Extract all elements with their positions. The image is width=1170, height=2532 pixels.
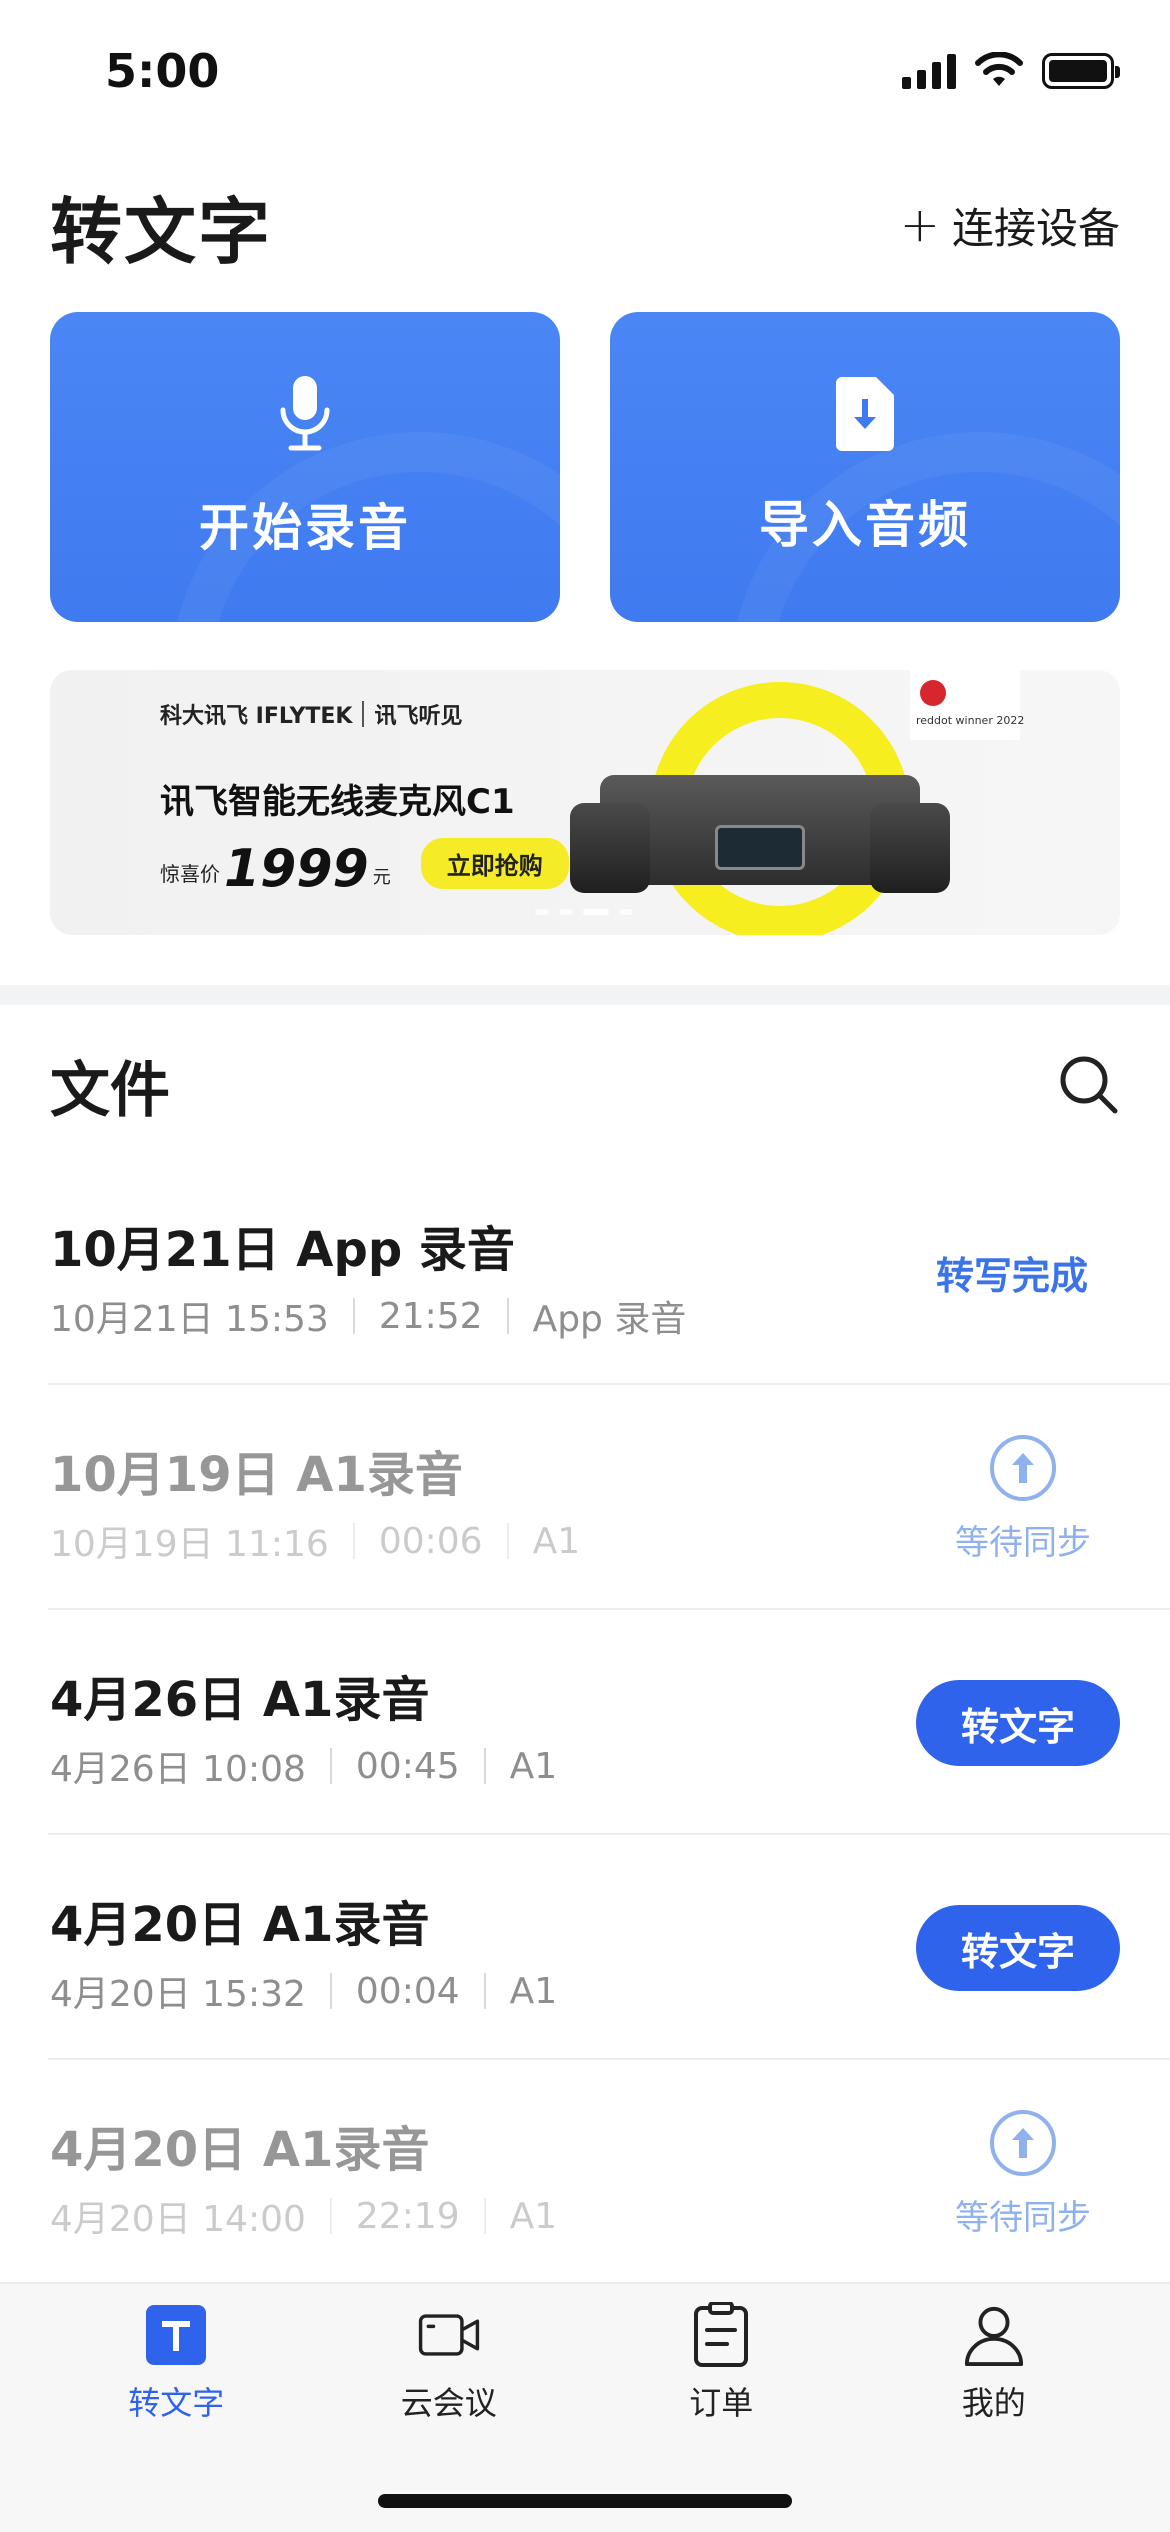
file-row[interactable]: 10月21日 App 录音 10月21日 15:53 21:52 App 录音 … (48, 1160, 1170, 1385)
file-title: 10月19日 A1录音 (50, 1447, 463, 1503)
iflytek-logo: 科大讯飞 IFLYTEK (160, 704, 353, 729)
file-source: A1 (509, 1970, 558, 2012)
search-icon[interactable] (1058, 1054, 1120, 1116)
banner-pagination (535, 909, 633, 915)
page-header: 转文字 + 连接设备 (50, 180, 1120, 274)
tingjian-logo: 讯飞听见 (374, 704, 463, 729)
file-import-icon (836, 377, 894, 451)
start-recording-label: 开始录音 (199, 499, 411, 557)
promo-banner[interactable]: 科大讯飞 IFLYTEK 讯飞听见 讯飞智能无线麦克风C1 惊喜价 1999 元… (50, 670, 1120, 935)
file-row[interactable]: 4月20日 A1录音 4月20日 15:32 00:04 A1 转文字 (48, 1835, 1170, 2060)
user-icon (963, 2304, 1025, 2366)
microphone-product-image (570, 775, 950, 905)
files-header: 文件 (50, 1040, 1120, 1130)
banner-brand-logo: 科大讯飞 IFLYTEK 讯飞听见 (160, 698, 463, 730)
file-meta: 10月21日 15:53 21:52 App 录音 (50, 1290, 686, 1342)
tab-bar: 转文字 云会议 订单 我的 (0, 2282, 1170, 2532)
file-meta: 4月20日 15:32 00:04 A1 (50, 1965, 557, 2017)
file-source: App 录音 (532, 1299, 687, 1340)
wifi-icon (975, 52, 1023, 86)
tab-transcribe[interactable]: 转文字 (76, 2304, 276, 2424)
tab-orders[interactable]: 订单 (621, 2302, 821, 2424)
file-date: 4月20日 15:32 (50, 1974, 306, 2015)
file-row[interactable]: 4月26日 A1录音 4月26日 10:08 00:45 A1 转文字 (48, 1610, 1170, 1835)
start-recording-button[interactable]: 开始录音 (50, 312, 560, 622)
file-title: 4月20日 A1录音 (50, 2122, 430, 2178)
import-audio-button[interactable]: 导入音频 (610, 312, 1120, 622)
reddot-award-badge: reddot winner 2022 (910, 670, 1024, 740)
upload-arrow-icon (990, 2110, 1056, 2176)
file-meta: 4月20日 14:00 22:19 A1 (50, 2190, 557, 2242)
clipboard-icon (690, 2302, 752, 2367)
status-icons (902, 52, 1120, 90)
transcribed-status[interactable]: 转写完成 (936, 1245, 1088, 1300)
waiting-sync-label: 等待同步 (955, 2198, 1091, 2238)
cellular-signal-icon (902, 53, 956, 89)
file-duration: 21:52 (378, 1295, 483, 1337)
tab-profile[interactable]: 我的 (894, 2304, 1094, 2424)
banner-price: 1999 (224, 839, 369, 899)
home-indicator[interactable] (378, 2494, 792, 2508)
tab-label: 云会议 (400, 2384, 497, 2422)
file-date: 4月26日 10:08 (50, 1749, 306, 1790)
tab-cloud-meeting[interactable]: 云会议 (349, 2304, 549, 2424)
file-duration: 00:04 (355, 1970, 460, 2012)
banner-price-prefix: 惊喜价 (160, 862, 220, 886)
file-duration: 00:45 (355, 1745, 460, 1787)
file-title: 4月20日 A1录音 (50, 1897, 430, 1953)
upload-arrow-icon (990, 1435, 1056, 1501)
file-date: 4月20日 14:00 (50, 2199, 306, 2240)
waiting-sync-label: 等待同步 (955, 1523, 1091, 1563)
file-meta: 4月26日 10:08 00:45 A1 (50, 1740, 557, 1792)
file-title: 10月21日 App 录音 (50, 1222, 515, 1278)
files-title: 文件 (50, 1055, 170, 1126)
file-duration: 00:06 (378, 1520, 483, 1562)
file-source: A1 (532, 1520, 581, 1562)
plus-icon: + (899, 197, 940, 253)
section-divider (0, 985, 1170, 1005)
tab-label: 订单 (689, 2384, 754, 2422)
banner-price-unit: 元 (372, 867, 391, 888)
file-list: 10月21日 App 录音 10月21日 15:53 21:52 App 录音 … (0, 1160, 1170, 2285)
file-date: 10月21日 15:53 (50, 1299, 329, 1340)
action-cards: 开始录音 导入音频 (50, 312, 1120, 622)
connect-device-button[interactable]: + 连接设备 (900, 195, 1120, 256)
file-row[interactable]: 4月20日 A1录音 4月20日 14:00 22:19 A1 等待同步 (48, 2060, 1170, 2285)
banner-product-name: 讯飞智能无线麦克风C1 (160, 782, 515, 822)
status-bar: 5:00 (0, 0, 1170, 150)
battery-icon (1042, 53, 1120, 89)
buy-now-button[interactable]: 立即抢购 (420, 838, 569, 889)
page-title: 转文字 (50, 189, 273, 274)
file-date: 10月19日 11:16 (50, 1524, 329, 1565)
file-duration: 22:19 (355, 2195, 460, 2237)
banner-price-row: 惊喜价 1999 元 立即抢购 (160, 838, 569, 895)
file-title: 4月26日 A1录音 (50, 1672, 430, 1728)
waiting-sync-status: 等待同步 (948, 2110, 1098, 2239)
transcribe-button[interactable]: 转文字 (916, 1680, 1120, 1766)
tab-label: 我的 (961, 2384, 1026, 2422)
file-source: A1 (509, 1745, 558, 1787)
waiting-sync-status: 等待同步 (948, 1435, 1098, 1564)
file-meta: 10月19日 11:16 00:06 A1 (50, 1515, 580, 1567)
connect-device-label: 连接设备 (951, 203, 1120, 253)
video-camera-icon (418, 2304, 480, 2366)
import-audio-label: 导入音频 (759, 496, 971, 554)
tab-label: 转文字 (128, 2384, 225, 2422)
microphone-icon (280, 376, 330, 451)
status-time: 5:00 (105, 44, 220, 98)
text-t-icon (145, 2304, 207, 2366)
transcribe-button[interactable]: 转文字 (916, 1905, 1120, 1991)
file-row[interactable]: 10月19日 A1录音 10月19日 11:16 00:06 A1 等待同步 (48, 1385, 1170, 1610)
file-source: A1 (509, 2195, 558, 2237)
